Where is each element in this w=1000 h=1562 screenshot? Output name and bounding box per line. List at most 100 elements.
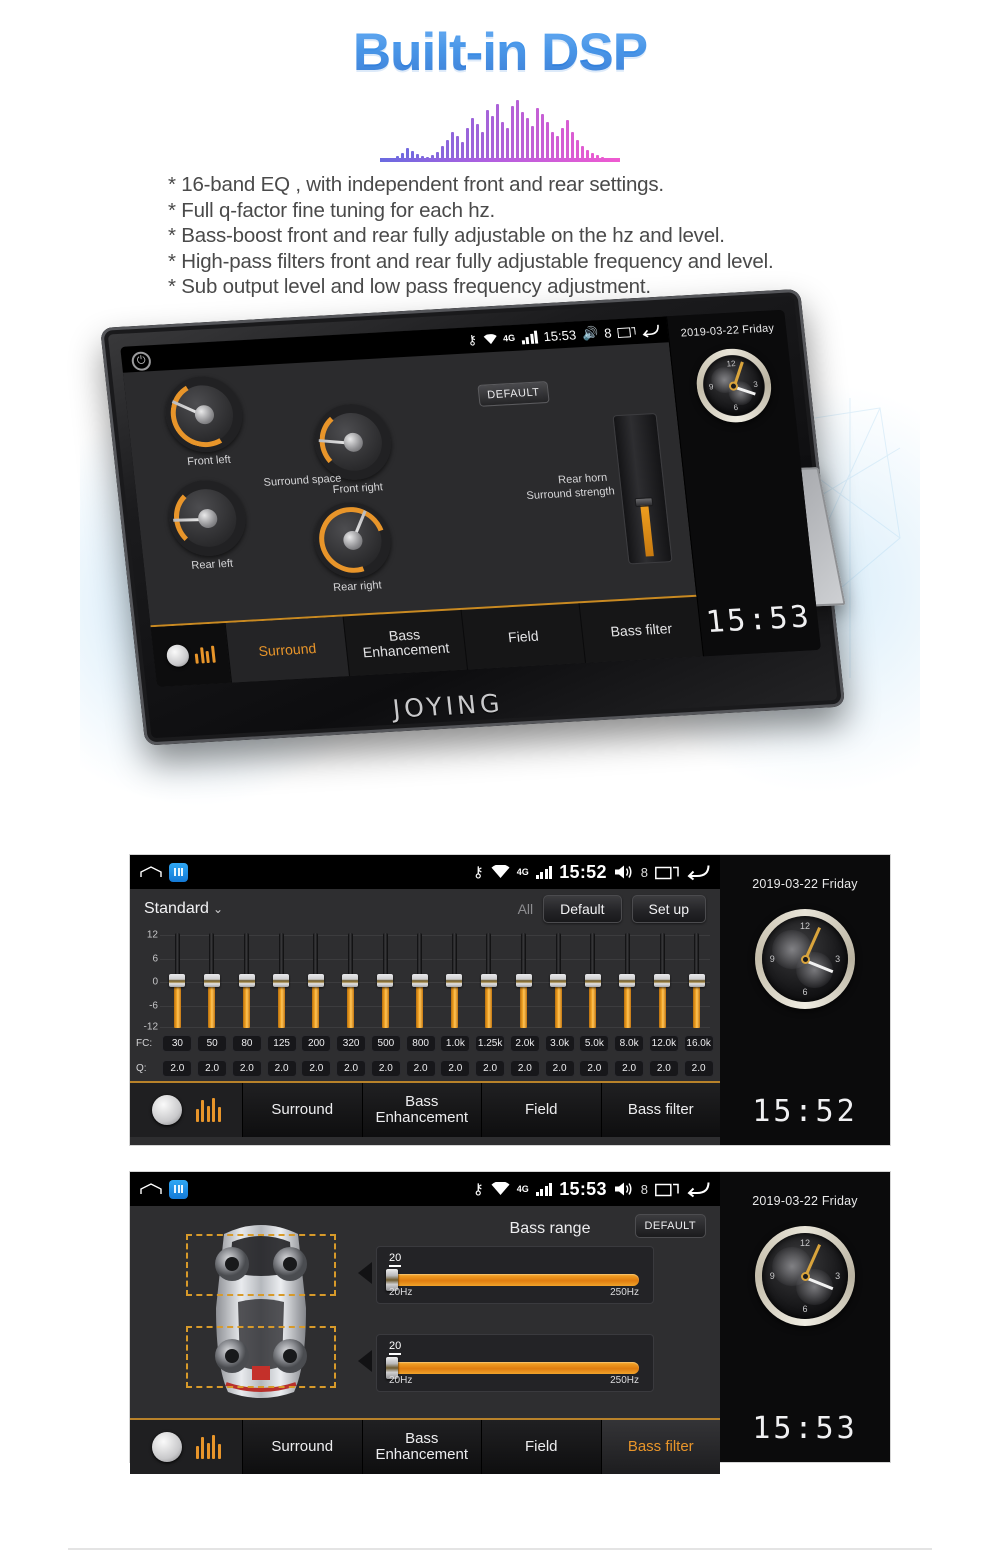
knob-dial[interactable]	[161, 374, 247, 455]
band-handle[interactable]	[654, 974, 671, 988]
band-handle[interactable]	[169, 974, 186, 988]
eq-band-30[interactable]	[160, 929, 195, 1031]
default-button[interactable]: DEFAULT	[634, 1214, 706, 1238]
q-chip[interactable]: 2.0	[440, 1060, 471, 1077]
tab-bass-enhancement[interactable]: Bass Enhancement	[361, 1420, 481, 1474]
power-circle-icon[interactable]	[151, 1095, 182, 1125]
band-handle[interactable]	[688, 974, 705, 988]
eq-band-800[interactable]	[402, 929, 437, 1031]
fc-chip[interactable]: 800	[405, 1035, 436, 1052]
q-chip[interactable]: 2.0	[509, 1060, 540, 1077]
tab-eq[interactable]	[130, 1420, 242, 1474]
tab-field[interactable]: Field	[481, 1083, 601, 1137]
fc-chip[interactable]: 30	[162, 1035, 193, 1052]
knob-rear-left[interactable]: Rear left	[165, 478, 251, 573]
eq-band-16.0k[interactable]	[679, 929, 714, 1031]
equalizer-icon[interactable]	[195, 1435, 221, 1459]
knob-dial[interactable]	[165, 478, 250, 558]
fc-chip[interactable]: 80	[231, 1035, 262, 1052]
fc-chip[interactable]: 12.0k	[648, 1035, 679, 1052]
recents-icon[interactable]	[655, 1181, 679, 1197]
q-chip[interactable]: 2.0	[266, 1060, 297, 1077]
slider-track[interactable]	[389, 1274, 639, 1286]
knob-dial[interactable]	[310, 401, 395, 482]
tab-bass-filter[interactable]: Bass filter	[600, 1083, 720, 1137]
q-chip[interactable]: 2.0	[648, 1060, 679, 1077]
tab-eq-active[interactable]	[130, 1083, 242, 1137]
fc-chip[interactable]: 5.0k	[579, 1035, 610, 1052]
eq-band-3.0k[interactable]	[541, 929, 576, 1031]
tab-bass-filter[interactable]: Bass filter	[600, 1420, 720, 1474]
fc-chip[interactable]: 2.0k	[509, 1035, 540, 1052]
band-handle[interactable]	[238, 974, 255, 988]
eq-band-80[interactable]	[229, 929, 264, 1031]
band-handle[interactable]	[446, 974, 463, 988]
surround-strength-fader[interactable]	[612, 412, 673, 565]
app-shortcut-icon[interactable]	[169, 1179, 188, 1199]
rear-bass-range-slider[interactable]: 20 20Hz 250Hz	[376, 1334, 654, 1392]
slider-track[interactable]	[389, 1362, 639, 1374]
tab-field[interactable]: Field	[481, 1420, 601, 1474]
knob-dial[interactable]	[308, 495, 397, 585]
q-chip[interactable]: 2.0	[683, 1060, 714, 1077]
setup-button[interactable]: Set up	[631, 895, 706, 923]
band-handle[interactable]	[342, 974, 359, 988]
q-chip[interactable]: 2.0	[544, 1060, 575, 1077]
q-chip[interactable]: 2.0	[370, 1060, 401, 1077]
tab-surround[interactable]: Surround	[242, 1083, 362, 1137]
band-handle[interactable]	[411, 974, 428, 988]
preset-selector[interactable]: Standard ⌄	[144, 900, 223, 918]
hero-tab-surround[interactable]: Surround	[224, 616, 350, 683]
knob-front-left[interactable]: Front left	[161, 374, 248, 469]
band-handle[interactable]	[377, 974, 394, 988]
hero-default-button[interactable]: DEFAULT	[477, 381, 550, 407]
eq-band-1.0k[interactable]	[437, 929, 472, 1031]
back-icon[interactable]	[686, 1181, 710, 1198]
all-label[interactable]: All	[518, 901, 534, 917]
back-icon[interactable]	[686, 864, 710, 881]
q-chip[interactable]: 2.0	[614, 1060, 645, 1077]
front-zone-selection[interactable]	[186, 1234, 336, 1296]
hero-tab-bass-filter[interactable]: Bass filter	[578, 596, 703, 663]
band-handle[interactable]	[619, 974, 636, 988]
fc-chip[interactable]: 1.0k	[440, 1035, 471, 1052]
fader-handle[interactable]	[634, 497, 654, 508]
rear-zone-selection[interactable]	[186, 1326, 336, 1388]
fc-chip[interactable]: 320	[336, 1035, 367, 1052]
eq-band-2.0k[interactable]	[506, 929, 541, 1031]
band-handle[interactable]	[273, 974, 290, 988]
home-icon[interactable]	[140, 866, 162, 878]
q-chip[interactable]: 2.0	[231, 1060, 262, 1077]
q-chip[interactable]: 2.0	[162, 1060, 193, 1077]
eq-band-200[interactable]	[299, 929, 334, 1031]
home-icon[interactable]	[140, 1183, 162, 1195]
hero-tab-field[interactable]: Field	[460, 603, 586, 670]
recents-icon[interactable]	[617, 325, 636, 339]
front-bass-range-slider[interactable]: 20 20Hz 250Hz	[376, 1246, 654, 1304]
power-circle-icon[interactable]	[165, 644, 191, 668]
eq-band-12.0k[interactable]	[645, 929, 680, 1031]
band-handle[interactable]	[480, 974, 497, 988]
hero-tab-bass-enhancement[interactable]: Bass Enhancement	[342, 609, 468, 677]
hero-tab-eq[interactable]	[150, 623, 232, 687]
eq-band-125[interactable]	[264, 929, 299, 1031]
back-icon[interactable]	[641, 323, 660, 338]
fc-chip[interactable]: 1.25k	[475, 1035, 506, 1052]
fc-chip[interactable]: 200	[301, 1035, 332, 1052]
eq-band-500[interactable]	[368, 929, 403, 1031]
q-chip[interactable]: 2.0	[579, 1060, 610, 1077]
fc-chip[interactable]: 50	[197, 1035, 228, 1052]
equalizer-icon[interactable]	[194, 645, 216, 664]
eq-band-5.0k[interactable]	[576, 929, 611, 1031]
q-chip[interactable]: 2.0	[336, 1060, 367, 1077]
equalizer-icon[interactable]	[195, 1098, 221, 1122]
tab-bass-enhancement[interactable]: Bass Enhancement	[361, 1083, 481, 1137]
default-button[interactable]: Default	[543, 895, 622, 923]
fc-chip[interactable]: 3.0k	[544, 1035, 575, 1052]
recents-icon[interactable]	[655, 864, 679, 880]
q-chip[interactable]: 2.0	[475, 1060, 506, 1077]
tab-surround[interactable]: Surround	[242, 1420, 362, 1474]
band-handle[interactable]	[584, 974, 601, 988]
q-chip[interactable]: 2.0	[405, 1060, 436, 1077]
q-chip[interactable]: 2.0	[197, 1060, 228, 1077]
